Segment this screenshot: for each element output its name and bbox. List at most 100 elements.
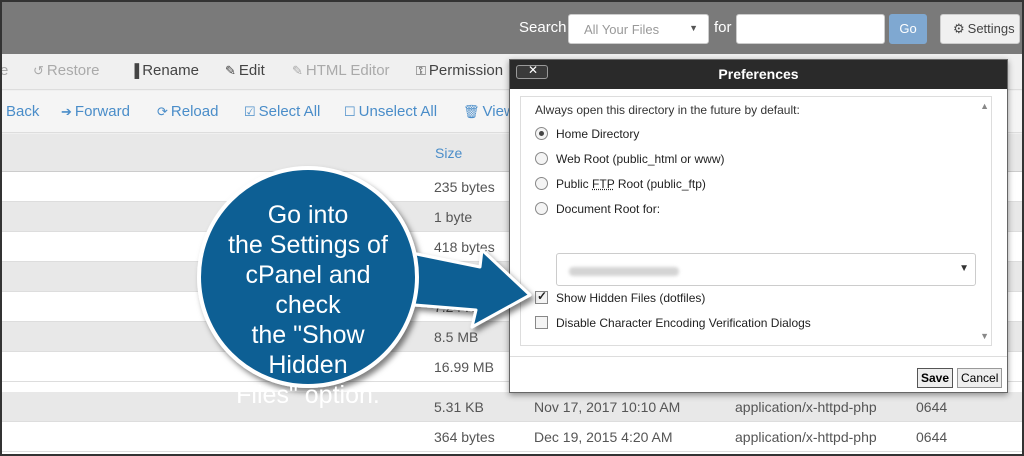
file-size: 1 byte	[434, 209, 473, 225]
unselect-all-label: Unselect All	[358, 103, 438, 120]
file-size: 364 bytes	[434, 429, 495, 445]
disable-encoding-option[interactable]: Disable Character Encoding Verification …	[535, 316, 811, 330]
forward-label: Forward	[74, 103, 130, 120]
file-type: application/x-httpd-php	[735, 429, 877, 445]
file-permissions: 0644	[916, 399, 948, 415]
select-all-button[interactable]: ☑ Select All	[244, 103, 320, 120]
document-root-option[interactable]: Document Root for:	[535, 202, 660, 216]
public-ftp-option[interactable]: Public FTP Root (public_ftp)	[535, 177, 706, 191]
toolbar-partial-item[interactable]: e	[2, 62, 8, 79]
gear-icon: ⚙	[953, 21, 965, 36]
select-all-label: Select All	[258, 103, 321, 120]
web-root-label: Web Root (public_html or www)	[556, 152, 725, 166]
trash-icon: 🗑	[463, 104, 480, 119]
home-directory-option[interactable]: Home Directory	[535, 127, 639, 141]
show-hidden-files-label: Show Hidden Files (dotfiles)	[556, 291, 706, 305]
for-label: for	[714, 19, 732, 36]
radio-icon[interactable]	[535, 152, 548, 165]
go-button[interactable]: Go	[889, 14, 927, 44]
callout-line: cPanel and check	[245, 261, 371, 319]
html-editor-label: HTML Editor	[305, 62, 390, 79]
file-size: 5.31 KB	[434, 399, 484, 415]
size-column-header[interactable]: Size	[435, 145, 462, 161]
redacted-domain	[569, 267, 679, 276]
search-scope-value: All Your Files	[584, 22, 660, 37]
ftp-label-suffix: Root (public_ftp)	[614, 177, 706, 191]
dialog-title-bar: Preferences	[510, 60, 1007, 89]
screenshot-frame: Search All Your Files ▼ for Go ⚙ Settings…	[0, 0, 1024, 456]
radio-icon[interactable]	[535, 202, 548, 215]
settings-button[interactable]: ⚙ Settings	[940, 14, 1020, 44]
back-button[interactable]: Back	[6, 103, 39, 120]
ftp-label-prefix: Public	[556, 177, 593, 191]
preferences-dialog: Preferences ✕ ▲ ▼ Always open this direc…	[509, 59, 1008, 393]
restore-label: Restore	[46, 62, 100, 79]
edit-icon: ✎	[292, 63, 303, 78]
edit-label: Edit	[238, 62, 265, 79]
callout-text: Go into the Settings of cPanel and check…	[210, 200, 406, 410]
callout-line: Go into	[267, 201, 349, 229]
default-directory-label: Always open this directory in the future…	[535, 103, 800, 117]
checkbox-icon: ☑	[244, 104, 256, 119]
file-permissions: 0644	[916, 429, 948, 445]
scroll-down-icon[interactable]: ▼	[980, 331, 989, 341]
html-editor-button[interactable]: ✎ HTML Editor	[292, 62, 390, 79]
callout-line: the Settings of	[228, 231, 388, 259]
search-label: Search	[519, 19, 567, 36]
top-bar: Search All Your Files ▼ for Go ⚙ Settings	[2, 2, 1022, 54]
unselect-all-button[interactable]: ☐ Unselect All	[344, 103, 437, 120]
dialog-title: Preferences	[718, 66, 799, 82]
rename-label: Rename	[142, 62, 199, 79]
dialog-close-button[interactable]: ✕	[516, 63, 548, 79]
dialog-body: ▲ ▼ Always open this directory in the fu…	[520, 96, 992, 346]
reload-button[interactable]: ⟳ Reload	[157, 103, 218, 120]
save-button[interactable]: Save	[917, 368, 954, 388]
undo-icon: ↺	[33, 63, 44, 78]
square-icon: ☐	[344, 104, 356, 119]
file-icon: ▐	[130, 63, 140, 78]
file-size: 8.5 MB	[434, 329, 479, 345]
file-type: application/x-httpd-php	[735, 399, 877, 415]
ftp-abbreviation: FTP	[592, 177, 615, 191]
disable-encoding-label: Disable Character Encoding Verification …	[556, 316, 811, 330]
rename-button[interactable]: ▐ Rename	[130, 62, 199, 79]
scroll-up-icon[interactable]: ▲	[980, 101, 989, 111]
forward-button[interactable]: ➔ Forward	[61, 103, 130, 120]
permissions-button[interactable]: ⚿ Permission	[416, 62, 503, 79]
file-size: 16.99 MB	[434, 359, 494, 375]
table-row[interactable]: 5.31 KB Nov 17, 2017 10:10 AM applicatio…	[2, 392, 1022, 422]
chevron-down-icon: ▼	[689, 23, 698, 33]
web-root-option[interactable]: Web Root (public_html or www)	[535, 152, 725, 166]
permissions-label: Permission	[428, 62, 504, 79]
close-icon: ✕	[528, 63, 539, 77]
radio-icon[interactable]	[535, 177, 548, 190]
radio-selected-icon[interactable]	[535, 127, 548, 140]
checkbox-checked-icon[interactable]	[535, 289, 548, 304]
dialog-footer: Save Cancel	[510, 356, 1007, 392]
file-size: 418 bytes	[434, 239, 495, 255]
checkbox-icon[interactable]	[535, 316, 548, 329]
show-hidden-files-option[interactable]: Show Hidden Files (dotfiles)	[535, 289, 706, 305]
restore-button[interactable]: ↺ Restore	[33, 62, 99, 79]
arrow-right-icon: ➔	[61, 104, 72, 119]
file-modified: Dec 19, 2015 4:20 AM	[534, 429, 673, 445]
edit-button[interactable]: ✎ Edit	[225, 62, 265, 79]
chevron-down-icon: ▼	[959, 263, 969, 274]
key-icon: ⚿	[416, 63, 426, 78]
view-button[interactable]: 🗑 View	[463, 103, 515, 120]
table-row[interactable]: 364 bytes Dec 19, 2015 4:20 AM applicati…	[2, 422, 1022, 452]
pencil-icon: ✎	[225, 63, 236, 78]
cancel-button[interactable]: Cancel	[957, 368, 1003, 388]
home-directory-label: Home Directory	[556, 127, 640, 141]
document-root-label: Document Root for:	[556, 202, 661, 216]
document-root-select[interactable]: ▼	[556, 253, 976, 286]
file-size: 235 bytes	[434, 179, 495, 195]
file-modified: Nov 17, 2017 10:10 AM	[534, 399, 681, 415]
search-input[interactable]	[736, 14, 885, 44]
callout-line: the "Show Hidden	[251, 321, 365, 379]
search-scope-select[interactable]: All Your Files ▼	[568, 14, 709, 44]
settings-label: Settings	[967, 21, 1015, 36]
refresh-icon: ⟳	[157, 104, 168, 119]
reload-label: Reload	[170, 103, 219, 120]
file-size: 7.24 KB	[434, 299, 484, 315]
